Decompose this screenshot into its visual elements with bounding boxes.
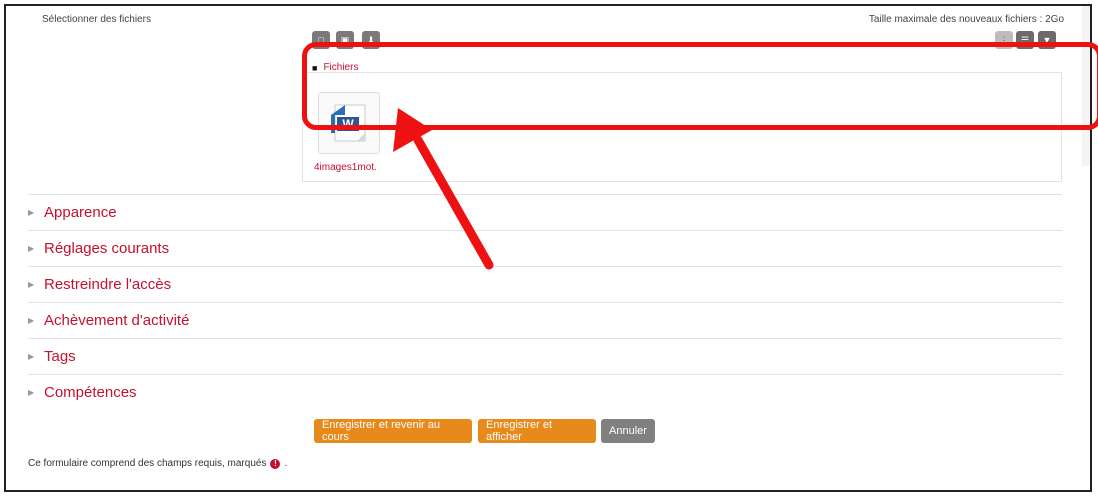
scrollbar[interactable] <box>1082 6 1090 166</box>
section-apparence[interactable]: ▶ Apparence <box>28 194 1062 230</box>
section-reglages-courants[interactable]: ▶ Réglages courants <box>28 230 1062 266</box>
word-document-icon: W <box>331 104 366 142</box>
required-note-trailing: . <box>284 458 288 469</box>
required-note-text: Ce formulaire comprend des champs requis… <box>28 458 267 469</box>
list-view-button[interactable]: ☰ <box>1016 31 1034 49</box>
max-file-size-text: Taille maximale des nouveaux fichiers : … <box>868 14 1064 25</box>
save-return-button[interactable]: Enregistrer et revenir au cours <box>314 419 472 443</box>
required-icon: ! <box>270 458 281 469</box>
tree-view-button[interactable]: ▼ <box>1038 31 1056 49</box>
section-achevement-activite[interactable]: ▶ Achèvement d'activité <box>28 302 1062 338</box>
create-folder-icon: ▣ <box>340 34 350 45</box>
add-file-icon: □ <box>318 35 324 45</box>
section-label: Réglages courants <box>44 240 170 257</box>
file-picker-label: Sélectionner des fichiers <box>42 14 151 25</box>
section-label: Apparence <box>44 204 117 221</box>
grid-view-button[interactable]: ⋮ <box>995 31 1013 49</box>
caret-right-icon: ▶ <box>28 208 35 217</box>
folder-icon: ■ <box>312 62 318 73</box>
create-folder-button[interactable]: ▣ <box>336 31 354 49</box>
breadcrumb: ■ Fichiers <box>312 62 358 73</box>
caret-right-icon: ▶ <box>28 352 35 361</box>
add-file-button[interactable]: □ <box>312 31 330 49</box>
tree-view-icon: ▼ <box>1042 35 1052 45</box>
required-fields-note: Ce formulaire comprend des champs requis… <box>28 458 287 469</box>
caret-right-icon: ▶ <box>28 280 35 289</box>
caret-right-icon: ▶ <box>28 244 35 253</box>
cancel-button[interactable]: Annuler <box>601 419 655 443</box>
section-label: Compétences <box>44 384 137 401</box>
section-label: Achèvement d'activité <box>44 312 190 329</box>
file-name-link[interactable]: 4images1mot. <box>314 162 377 173</box>
caret-right-icon: ▶ <box>28 316 35 325</box>
file-thumbnail[interactable]: W <box>318 92 380 154</box>
breadcrumb-root-link[interactable]: Fichiers <box>323 62 358 73</box>
section-competences[interactable]: ▶ Compétences <box>28 374 1062 410</box>
section-restreindre-acces[interactable]: ▶ Restreindre l'accès <box>28 266 1062 302</box>
svg-text:W: W <box>342 117 354 131</box>
file-manager-area[interactable] <box>302 72 1062 182</box>
download-button[interactable]: ⬇ <box>362 31 380 49</box>
save-display-button[interactable]: Enregistrer et afficher <box>478 419 596 443</box>
caret-right-icon: ▶ <box>28 388 35 397</box>
section-tags[interactable]: ▶ Tags <box>28 338 1062 374</box>
section-label: Tags <box>44 348 76 365</box>
list-view-icon: ☰ <box>1020 34 1030 45</box>
download-icon: ⬇ <box>367 34 375 45</box>
section-label: Restreindre l'accès <box>44 276 172 293</box>
grid-view-icon: ⋮ <box>999 34 1009 45</box>
